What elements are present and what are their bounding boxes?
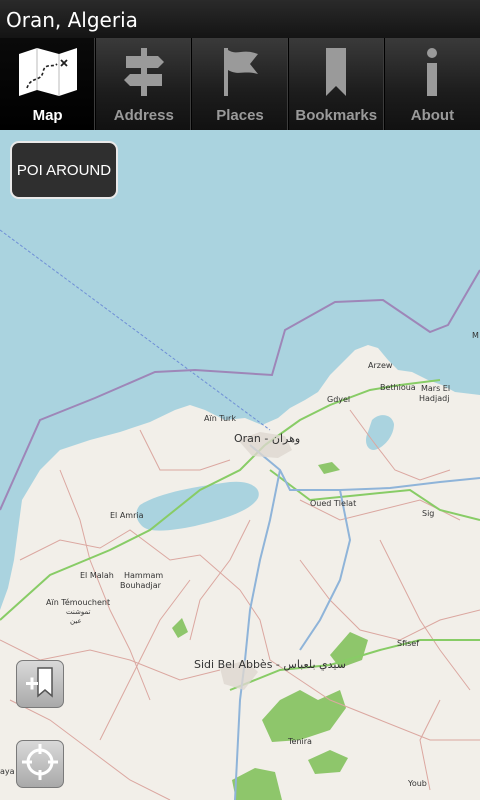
label-hammam: Hammam xyxy=(124,571,163,580)
label-hammam-2: Bouhadjar xyxy=(120,581,162,590)
map-icon xyxy=(0,44,95,100)
maritime-line xyxy=(0,229,271,431)
land-area xyxy=(0,345,480,800)
label-ain-temouchent-ar-2: عين xyxy=(70,617,82,625)
tab-address[interactable]: Address xyxy=(96,38,193,130)
add-bookmark-button[interactable] xyxy=(16,660,64,708)
info-icon xyxy=(385,44,480,100)
label-sig: Sig xyxy=(422,509,434,518)
tab-address-label: Address xyxy=(113,107,174,124)
label-sidi-bel-abbes: Sidi Bel Abbès - سيدي بلعباس xyxy=(194,658,346,671)
locate-me-button[interactable] xyxy=(16,740,64,788)
tab-map[interactable]: Map xyxy=(0,38,97,130)
label-tenira: Tenira xyxy=(287,737,312,746)
label-el-amria: El Amria xyxy=(110,511,144,520)
tab-about[interactable]: About xyxy=(385,38,480,130)
page-title: Oran, Algeria xyxy=(6,8,138,32)
label-gdyel: Gdyel xyxy=(327,395,350,404)
label-ain-temouchent-ar: تموشنت xyxy=(66,608,91,616)
label-mars-el-hadjadj: Mars El xyxy=(421,384,450,393)
tab-bookmarks-label: Bookmarks xyxy=(295,107,378,124)
bookmark-icon xyxy=(289,44,384,100)
signpost-icon xyxy=(96,44,191,100)
add-bookmark-icon xyxy=(22,664,58,705)
tab-about-label: About xyxy=(410,107,455,124)
label-oued-tlelat: Oued Tlelat xyxy=(310,499,356,508)
label-arzew: Arzew xyxy=(368,361,393,370)
label-sfisef: Sfisef xyxy=(397,639,419,648)
label-bethioua: Bethioua xyxy=(380,383,416,392)
flag-icon xyxy=(192,44,287,100)
poi-around-button[interactable]: POI AROUND xyxy=(10,141,118,199)
label-mars-el-hadjadj-2: Hadjadj xyxy=(419,394,449,403)
map-view[interactable]: Arzew Bethioua Mars El Hadjadj Gdyel Aïn… xyxy=(0,130,480,800)
label-ain-temouchent: Aïn Témouchent xyxy=(46,597,110,607)
crosshair-icon xyxy=(20,742,60,787)
tab-bar: Map Address Places Bookmarks About xyxy=(0,38,480,130)
tab-bookmarks[interactable]: Bookmarks xyxy=(289,38,385,130)
label-oran: Oran - وهران xyxy=(234,432,300,445)
label-edge-aya: aya xyxy=(0,767,15,776)
label-youb: Youb xyxy=(407,779,427,788)
tab-places-label: Places xyxy=(216,107,264,124)
title-bar: Oran, Algeria xyxy=(0,0,480,38)
map-canvas[interactable]: Arzew Bethioua Mars El Hadjadj Gdyel Aïn… xyxy=(0,130,480,800)
tab-places[interactable]: Places xyxy=(192,38,289,130)
tab-map-label: Map xyxy=(32,107,63,124)
label-ain-turk: Aïn Turk xyxy=(204,414,236,423)
label-edge-m: M xyxy=(472,331,479,340)
label-el-malah: El Malah xyxy=(80,571,114,580)
